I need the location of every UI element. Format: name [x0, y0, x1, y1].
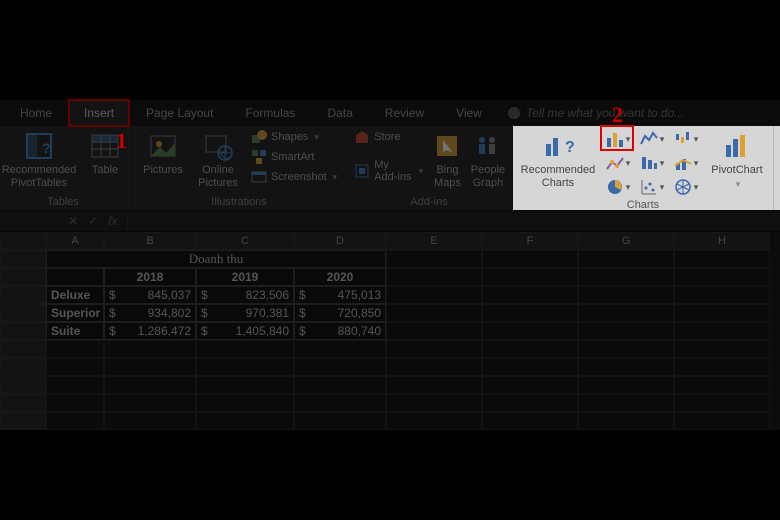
- insert-statistic-chart-button[interactable]: ▾: [637, 152, 667, 174]
- group-illustrations: Pictures Online Pictures Shapes▾ Sma: [133, 126, 346, 210]
- tab-page-layout[interactable]: Page Layout: [130, 99, 229, 127]
- col-header-f[interactable]: F: [482, 232, 578, 250]
- pivotchart-icon: [721, 130, 753, 162]
- row-header[interactable]: [0, 322, 46, 340]
- insert-scatter-chart-button[interactable]: ▾: [637, 176, 667, 198]
- insert-column-chart-button[interactable]: ▾: [603, 128, 633, 150]
- dropdown-icon: ▾: [419, 166, 424, 177]
- my-addins-button[interactable]: My Add-ins▾: [352, 158, 425, 184]
- table-label: Table: [92, 164, 118, 177]
- formula-bar: ✕ ✓ fx: [0, 210, 780, 232]
- dropdown-icon: ▾: [314, 132, 319, 143]
- insert-combo-chart-button[interactable]: ▾: [671, 152, 701, 174]
- fx-icon[interactable]: fx: [108, 214, 117, 228]
- table-row: Doanh thu: [0, 250, 780, 268]
- table-row: Suite $1,286,472 $1,405,840 $880,740: [0, 322, 780, 340]
- online-pictures-label: Online Pictures: [198, 164, 238, 189]
- col-header-h[interactable]: H: [674, 232, 770, 250]
- row-header[interactable]: [0, 286, 46, 304]
- people-graph-label: People Graph: [471, 164, 505, 189]
- group-addins: Store My Add-ins▾ Bing Maps People Graph…: [346, 126, 513, 210]
- illustrations-small-col: Shapes▾ SmartArt Screenshot▾: [249, 128, 339, 186]
- group-tables: ? Recommended PivotTables Table Tables: [0, 126, 133, 210]
- shapes-icon: [251, 129, 267, 145]
- pivotchart-button[interactable]: PivotChart ▾: [707, 128, 767, 189]
- annotation-highlight-box: [600, 125, 634, 151]
- col-header-a[interactable]: A: [46, 232, 104, 250]
- insert-surface-chart-button[interactable]: ▾: [671, 176, 701, 198]
- group-tables-label: Tables: [0, 195, 126, 210]
- svg-text:?: ?: [565, 139, 574, 156]
- pictures-button[interactable]: Pictures: [139, 128, 187, 177]
- group-charts: ? Recommended Charts ▾ ▾ ▾ ▾ ▾ ▾ ▾ ▾: [513, 126, 774, 210]
- col-header-e[interactable]: E: [386, 232, 482, 250]
- enter-icon[interactable]: ✓: [88, 214, 98, 228]
- row-header[interactable]: [0, 268, 46, 286]
- chart-type-grid: ▾ ▾ ▾ ▾ ▾ ▾ ▾ ▾ ▾: [603, 128, 701, 198]
- group-tours: 3D Map ▾ Tours: [774, 126, 780, 210]
- col-header-d[interactable]: D: [294, 232, 386, 250]
- screenshot-button[interactable]: Screenshot▾: [249, 168, 339, 186]
- tab-view[interactable]: View: [440, 99, 498, 127]
- formula-bar-buttons: ✕ ✓ fx: [58, 214, 128, 228]
- recommended-charts-button[interactable]: ? Recommended Charts: [519, 128, 597, 189]
- shapes-button[interactable]: Shapes▾: [249, 128, 339, 146]
- recommended-pivottables-button[interactable]: ? Recommended PivotTables: [0, 128, 78, 189]
- tab-home[interactable]: Home: [4, 99, 68, 127]
- smartart-button[interactable]: SmartArt: [249, 148, 339, 166]
- tell-me-placeholder: Tell me what you want to do...: [526, 106, 684, 120]
- annotation-marker-2: 2: [612, 102, 623, 128]
- lightbulb-icon: [508, 107, 520, 119]
- tab-data[interactable]: Data: [311, 99, 368, 127]
- online-pictures-icon: [202, 130, 234, 162]
- store-icon: [354, 129, 370, 145]
- tab-insert[interactable]: Insert: [68, 99, 130, 127]
- insert-line-chart-button[interactable]: ▾: [603, 152, 633, 174]
- title-cell[interactable]: Doanh thu: [46, 250, 386, 268]
- select-all-corner[interactable]: [0, 232, 46, 250]
- online-pictures-button[interactable]: Online Pictures: [193, 128, 243, 189]
- addins-icon: [354, 163, 370, 179]
- tab-review[interactable]: Review: [369, 99, 440, 127]
- store-button[interactable]: Store: [352, 128, 425, 146]
- table-row: 2018 2019 2020: [0, 268, 780, 286]
- dropdown-icon: ▾: [736, 179, 741, 189]
- group-illustrations-label: Illustrations: [139, 195, 339, 210]
- col-header-c[interactable]: C: [196, 232, 294, 250]
- col-header-b[interactable]: B: [104, 232, 196, 250]
- insert-waterfall-chart-button[interactable]: ▾: [671, 128, 701, 150]
- table-row: Deluxe $845,037 $823,506 $475,013: [0, 286, 780, 304]
- tell-me-search[interactable]: Tell me what you want to do...: [508, 106, 684, 120]
- pivottable-icon: ?: [23, 130, 55, 162]
- cancel-icon[interactable]: ✕: [68, 214, 78, 228]
- pivotchart-label: PivotChart: [711, 164, 762, 177]
- bing-icon: [431, 130, 463, 162]
- bing-maps-label: Bing Maps: [434, 164, 461, 189]
- svg-text:?: ?: [42, 140, 51, 156]
- insert-pie-chart-button[interactable]: ▾: [603, 176, 633, 198]
- recommended-pivottables-label: Recommended PivotTables: [2, 164, 77, 189]
- annotation-marker-1: 1: [116, 128, 127, 154]
- group-charts-label: Charts: [519, 198, 767, 213]
- insert-hierarchy-chart-button[interactable]: ▾: [637, 128, 667, 150]
- bing-maps-button[interactable]: Bing Maps: [431, 128, 464, 189]
- tab-formulas[interactable]: Formulas: [229, 99, 311, 127]
- worksheet[interactable]: A B C D E F G H Doanh thu 2018 2019 2020: [0, 232, 780, 430]
- people-graph-button[interactable]: People Graph: [470, 128, 506, 189]
- table-row: Superior $934,802 $970,381 $720,850: [0, 304, 780, 322]
- pictures-label: Pictures: [143, 164, 183, 177]
- dropdown-icon: ▾: [333, 172, 338, 183]
- ribbon-tabs: Home Insert Page Layout Formulas Data Re…: [0, 100, 780, 126]
- row-header[interactable]: [0, 304, 46, 322]
- smartart-icon: [251, 149, 267, 165]
- group-addins-label: Add-ins: [352, 195, 506, 210]
- row-header[interactable]: [0, 250, 46, 268]
- column-headers: A B C D E F G H: [0, 232, 780, 250]
- pictures-icon: [147, 130, 179, 162]
- col-header-g[interactable]: G: [578, 232, 674, 250]
- recommended-charts-icon: ?: [542, 130, 574, 162]
- people-graph-icon: [472, 130, 504, 162]
- screenshot-icon: [251, 169, 267, 185]
- recommended-charts-label: Recommended Charts: [521, 164, 596, 189]
